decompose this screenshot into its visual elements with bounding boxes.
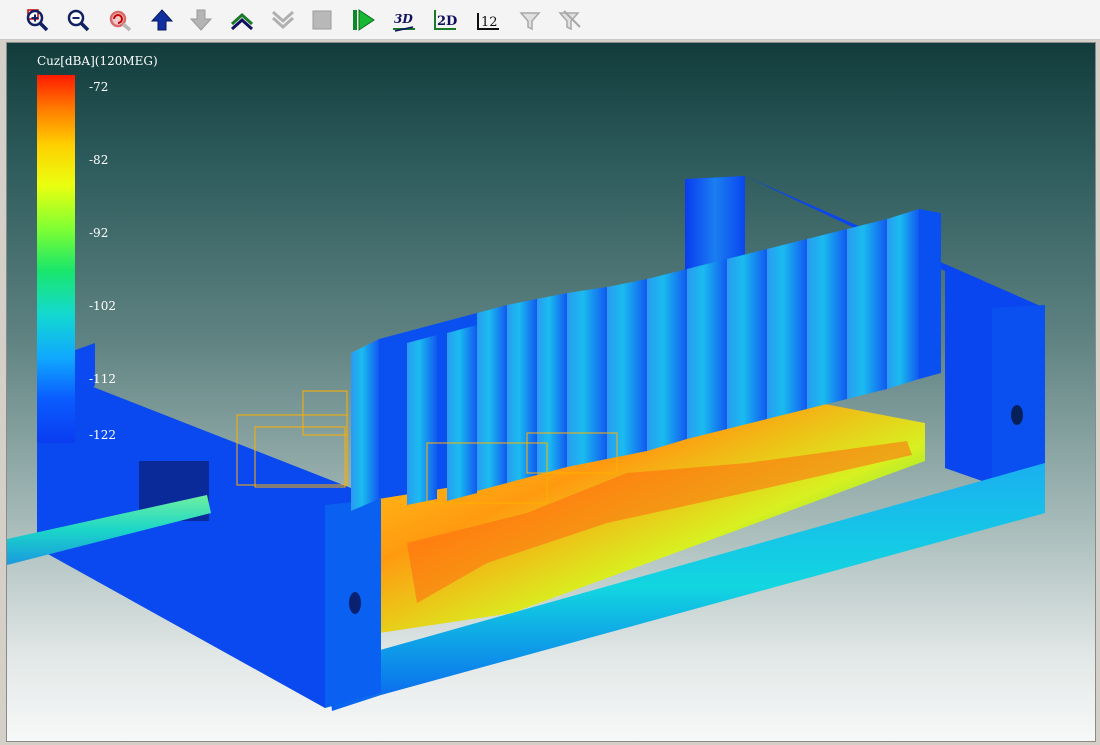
- filter-clear-button[interactable]: [554, 6, 584, 34]
- right-end-hole: [1011, 405, 1023, 425]
- left-hole: [349, 592, 361, 614]
- numbers-icon: 12: [477, 13, 499, 30]
- scale-tick: -112: [89, 372, 116, 386]
- view-3d-icon: 3D: [393, 12, 415, 32]
- view-3d-label: 3D: [394, 12, 413, 26]
- scale-tick: -122: [89, 428, 116, 442]
- chevron-down-icon: [271, 10, 295, 30]
- step-up-button[interactable]: [227, 6, 257, 34]
- filter-icon: [519, 12, 541, 31]
- zoom-out-button[interactable]: [63, 6, 93, 34]
- 3d-viewport[interactable]: Cuz[dBA](120MEG) -72 -82 -92 -102 -112 -…: [6, 42, 1096, 742]
- zoom-reset-button[interactable]: [105, 6, 135, 34]
- zoom-reset-icon: [109, 10, 132, 32]
- scale-tick: -102: [89, 299, 116, 313]
- zoom-in-icon: [26, 9, 49, 32]
- zoom-in-button[interactable]: [22, 6, 52, 34]
- view-3d-button[interactable]: 3D: [389, 6, 419, 34]
- move-down-button[interactable]: [186, 6, 216, 34]
- zoom-out-icon: [67, 9, 90, 32]
- arrow-up-icon: [150, 9, 174, 31]
- numbers-button[interactable]: 12: [473, 6, 503, 34]
- numbers-label: 12: [481, 15, 498, 30]
- filter-clear-icon: [558, 10, 581, 31]
- scale-tick: -72: [89, 80, 109, 94]
- toolbar: 3D 2D 12: [0, 0, 1100, 40]
- move-up-button[interactable]: [147, 6, 177, 34]
- stop-icon: [312, 10, 332, 30]
- enclosure-model: [7, 176, 1045, 711]
- view-2d-label: 2D: [437, 14, 457, 29]
- color-scale-bar: [37, 75, 75, 443]
- chevron-up-icon: [230, 12, 254, 31]
- play-button[interactable]: [348, 6, 378, 34]
- scale-tick: -82: [89, 153, 109, 167]
- stop-button[interactable]: [307, 6, 337, 34]
- step-down-button[interactable]: [268, 6, 298, 34]
- view-2d-icon: 2D: [434, 10, 457, 30]
- scale-tick: -92: [89, 226, 109, 240]
- arrow-down-icon: [189, 9, 213, 31]
- filter-button[interactable]: [515, 6, 545, 34]
- play-icon: [353, 9, 375, 31]
- scale-title: Cuz[dBA](120MEG): [37, 54, 158, 68]
- view-2d-button[interactable]: 2D: [430, 6, 460, 34]
